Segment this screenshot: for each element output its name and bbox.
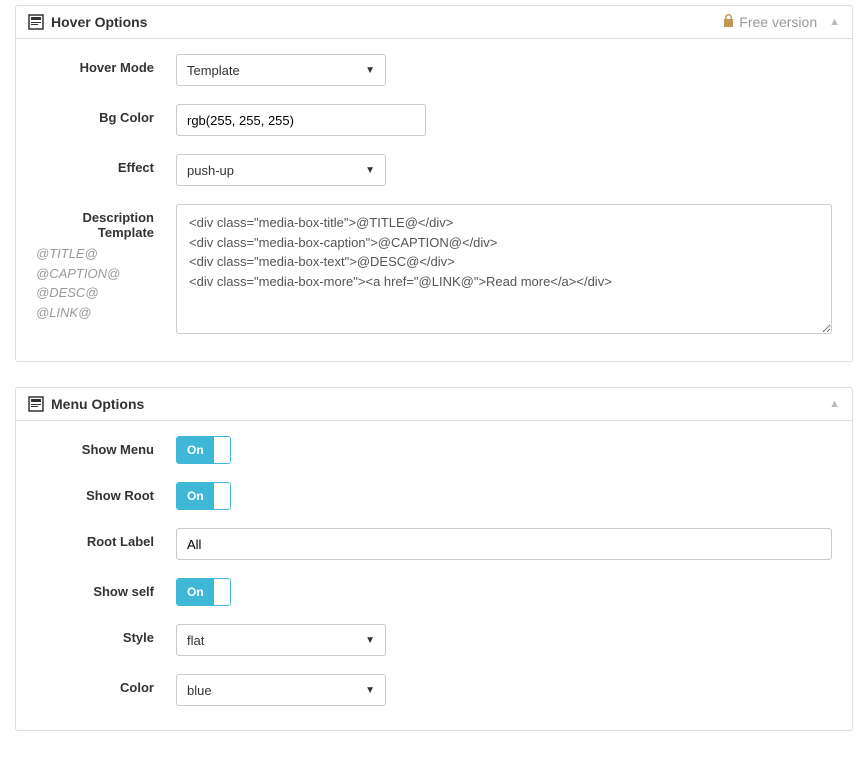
hint-title: @TITLE@ [36,244,154,264]
template-hints: @TITLE@ @CAPTION@ @DESC@ @LINK@ [36,244,154,322]
style-select[interactable]: flat ▼ [176,624,386,656]
style-value: flat [187,633,204,648]
toggle-knob [214,483,230,509]
show-self-toggle[interactable]: On [176,578,231,606]
color-value: blue [187,683,212,698]
bg-color-input[interactable] [176,104,426,136]
desc-template-label: Description Template @TITLE@ @CAPTION@ @… [36,204,176,322]
hint-desc: @DESC@ [36,283,154,303]
style-label: Style [36,624,176,645]
bg-color-row: Bg Color [36,104,832,136]
toggle-on-label: On [177,579,214,605]
hint-caption: @CAPTION@ [36,264,154,284]
root-label-label: Root Label [36,528,176,549]
effect-value: push-up [187,163,234,178]
menu-options-panel: Menu Options ▲ Show Menu On Show Root On [15,387,853,731]
hover-panel-title: Hover Options [51,14,723,30]
toggle-on-label: On [177,437,214,463]
hover-mode-row: Hover Mode Template ▼ [36,54,832,86]
show-self-row: Show self On [36,578,832,606]
show-menu-label: Show Menu [36,436,176,457]
toggle-knob [214,437,230,463]
menu-panel-title: Menu Options [51,396,829,412]
chevron-down-icon: ▼ [365,65,375,76]
color-row: Color blue ▼ [36,674,832,706]
menu-panel-header[interactable]: Menu Options ▲ [16,388,852,421]
collapse-caret-icon[interactable]: ▲ [829,398,840,410]
hover-mode-value: Template [187,63,240,78]
effect-label: Effect [36,154,176,175]
show-root-label: Show Root [36,482,176,503]
chevron-down-icon: ▼ [365,685,375,696]
free-version-badge: Free version [723,14,817,30]
show-root-row: Show Root On [36,482,832,510]
root-label-row: Root Label [36,528,832,560]
root-label-input[interactable] [176,528,832,560]
free-version-text: Free version [739,14,817,30]
hint-link: @LINK@ [36,303,154,323]
hover-mode-label: Hover Mode [36,54,176,75]
desc-template-row: Description Template @TITLE@ @CAPTION@ @… [36,204,832,337]
show-self-label: Show self [36,578,176,599]
panel-icon [28,14,44,30]
panel-icon [28,396,44,412]
show-menu-toggle[interactable]: On [176,436,231,464]
show-root-toggle[interactable]: On [176,482,231,510]
effect-select[interactable]: push-up ▼ [176,154,386,186]
lock-icon [723,14,734,30]
style-row: Style flat ▼ [36,624,832,656]
chevron-down-icon: ▼ [365,165,375,176]
menu-panel-body: Show Menu On Show Root On Root Label [16,421,852,730]
collapse-caret-icon[interactable]: ▲ [829,16,840,28]
effect-row: Effect push-up ▼ [36,154,832,186]
color-select[interactable]: blue ▼ [176,674,386,706]
hover-panel-header[interactable]: Hover Options Free version ▲ [16,6,852,39]
hover-mode-select[interactable]: Template ▼ [176,54,386,86]
toggle-knob [214,579,230,605]
bg-color-label: Bg Color [36,104,176,125]
toggle-on-label: On [177,483,214,509]
chevron-down-icon: ▼ [365,635,375,646]
color-label: Color [36,674,176,695]
hover-panel-body: Hover Mode Template ▼ Bg Color Effect [16,39,852,361]
hover-options-panel: Hover Options Free version ▲ Hover Mode … [15,5,853,362]
desc-template-textarea[interactable] [176,204,832,334]
show-menu-row: Show Menu On [36,436,832,464]
